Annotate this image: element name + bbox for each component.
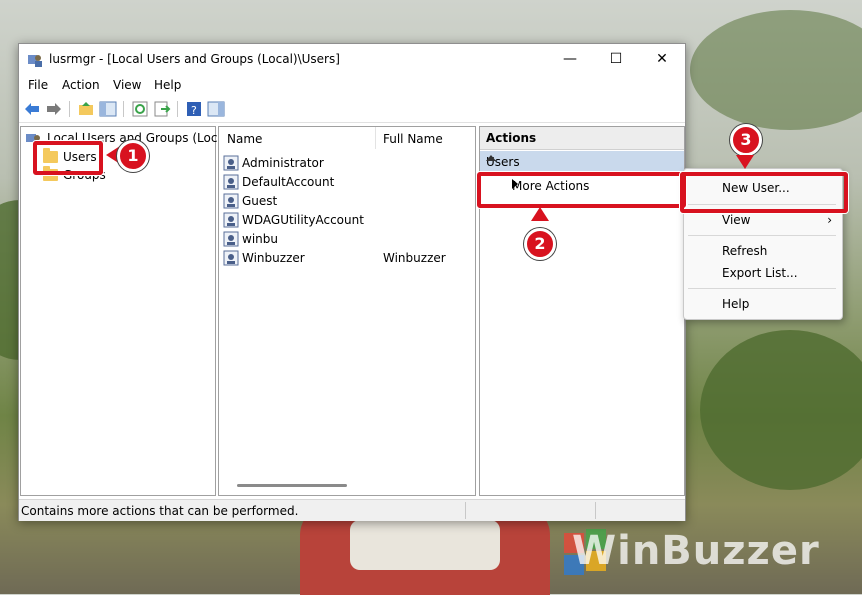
help-icon[interactable]: ? <box>185 100 203 118</box>
toolbar-separator <box>69 101 70 117</box>
menu-bar: File Action View Help <box>19 76 685 96</box>
column-divider[interactable] <box>375 127 376 149</box>
callout-arrow-3 <box>736 155 754 169</box>
actions-header: Actions <box>480 127 684 150</box>
background-tree <box>700 330 862 490</box>
menu-help[interactable]: Help <box>154 78 181 92</box>
users-app-icon <box>28 55 42 67</box>
menu-separator <box>688 288 836 289</box>
menu-view[interactable]: View <box>113 78 141 92</box>
title-bar[interactable]: lusrmgr - [Local Users and Groups (Local… <box>19 44 685 76</box>
user-name: WDAGUtilityAccount <box>242 213 364 227</box>
menu-item-export-list[interactable]: Export List... <box>722 266 798 280</box>
svg-text:?: ? <box>191 104 197 117</box>
export-list-icon[interactable] <box>153 100 171 118</box>
list-pane: Name Full Name Administrator DefaultAcco… <box>218 126 476 496</box>
table-row[interactable]: DefaultAccount <box>223 173 473 192</box>
up-folder-icon[interactable] <box>77 100 95 118</box>
callout-arrow-2 <box>531 207 549 221</box>
table-row[interactable]: winbu <box>223 230 473 249</box>
background-tree <box>690 10 862 130</box>
back-icon[interactable] <box>23 100 41 118</box>
user-name: Winbuzzer <box>242 251 305 265</box>
status-text: Contains more actions that can be perfor… <box>21 504 299 518</box>
close-button[interactable]: ✕ <box>639 44 685 76</box>
menu-file[interactable]: File <box>28 78 48 92</box>
toolbar-separator <box>177 101 178 117</box>
maximize-button[interactable]: ☐ <box>593 44 639 76</box>
refresh-icon[interactable] <box>131 100 149 118</box>
menu-separator <box>688 235 836 236</box>
highlight-more-actions <box>477 172 686 208</box>
toolbar-separator <box>123 101 124 117</box>
menu-item-refresh[interactable]: Refresh <box>722 244 767 258</box>
status-divider <box>465 502 466 519</box>
user-icon <box>223 174 239 190</box>
status-divider <box>595 502 596 519</box>
user-icon <box>223 212 239 228</box>
background-car-seat <box>350 520 500 570</box>
menu-action[interactable]: Action <box>62 78 100 92</box>
tree-pane: Local Users and Groups (Local) Users Gro… <box>20 126 233 496</box>
toolbar: ? <box>19 96 685 123</box>
forward-icon[interactable] <box>45 100 63 118</box>
actions-section-users[interactable]: Users <box>480 151 684 173</box>
highlight-new-user <box>680 172 848 213</box>
table-row[interactable]: WDAGUtilityAccount <box>223 211 473 230</box>
user-name: DefaultAccount <box>242 175 335 189</box>
chevron-right-icon: › <box>827 213 832 227</box>
user-full-name: Winbuzzer <box>383 251 446 265</box>
table-row[interactable]: Guest <box>223 192 473 211</box>
user-name: winbu <box>242 232 278 246</box>
column-header-full-name[interactable]: Full Name <box>383 132 443 146</box>
highlight-users <box>33 141 103 175</box>
horizontal-scrollbar[interactable] <box>237 484 347 487</box>
user-name: Guest <box>242 194 278 208</box>
actions-header-label: Actions <box>486 131 537 145</box>
user-icon <box>223 231 239 247</box>
step-badge-1: 1 <box>117 140 149 172</box>
show-hide-action-pane-icon[interactable] <box>207 100 225 118</box>
user-name: Administrator <box>242 156 324 170</box>
user-icon <box>223 250 239 266</box>
lusrmgr-window: lusrmgr - [Local Users and Groups (Local… <box>18 43 686 521</box>
show-hide-tree-icon[interactable] <box>99 100 117 118</box>
collapse-up-icon[interactable] <box>486 155 496 161</box>
table-row[interactable]: Winbuzzer Winbuzzer <box>223 249 473 268</box>
watermark: WinBuzzer <box>572 528 820 574</box>
menu-item-help[interactable]: Help <box>722 297 749 311</box>
table-row[interactable]: Administrator <box>223 154 473 173</box>
window-title: lusrmgr - [Local Users and Groups (Local… <box>49 52 340 66</box>
menu-item-view[interactable]: View <box>722 213 750 227</box>
user-icon <box>223 193 239 209</box>
user-icon <box>223 155 239 171</box>
minimize-button[interactable]: — <box>547 44 593 76</box>
step-badge-2: 2 <box>524 228 556 260</box>
status-bar: Contains more actions that can be perfor… <box>19 499 685 521</box>
column-header-name[interactable]: Name <box>227 132 262 146</box>
step-badge-3: 3 <box>730 124 762 156</box>
